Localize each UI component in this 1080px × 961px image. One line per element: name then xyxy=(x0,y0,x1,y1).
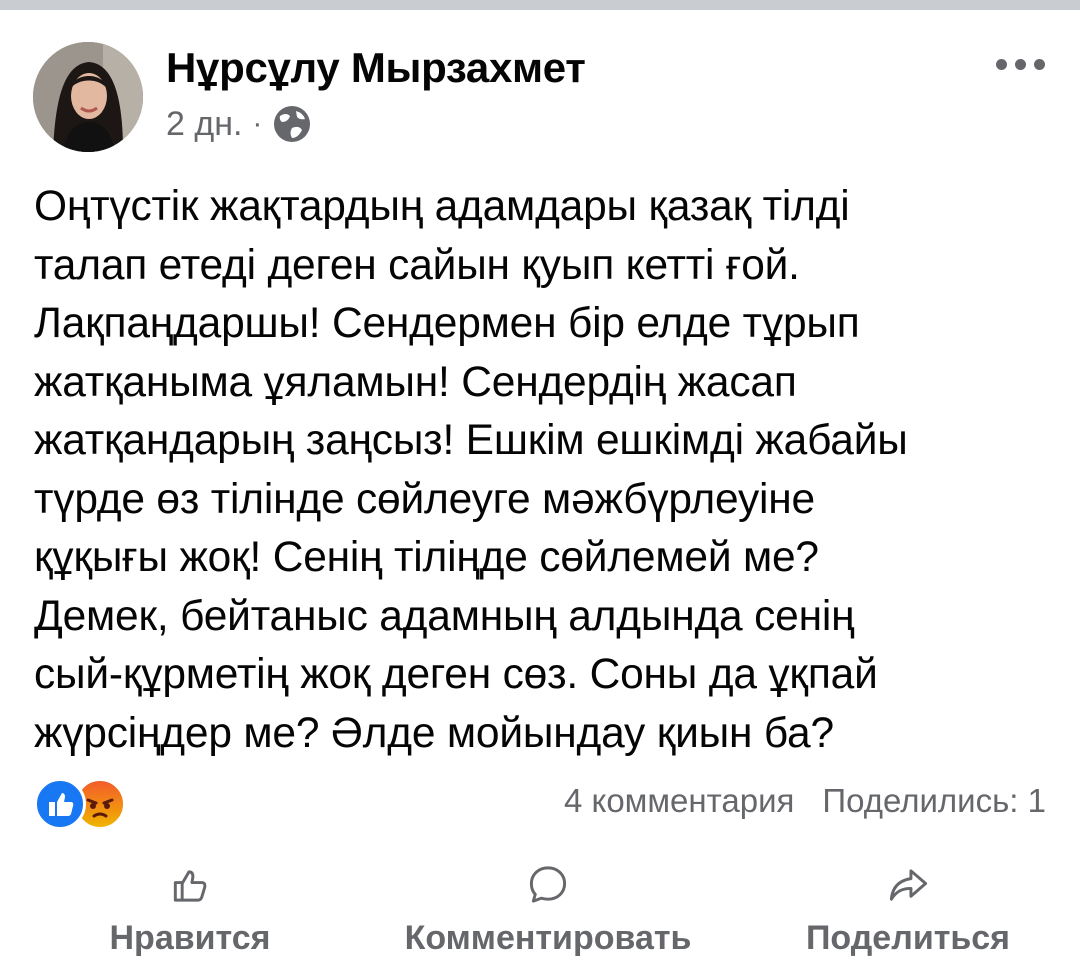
comment-icon xyxy=(529,866,567,903)
post-stats: 4 комментария Поделились: 1 xyxy=(564,782,1046,820)
post-text-line: құқығы жоқ! Сенің тіліңде сөйлемей ме? xyxy=(34,534,819,581)
post-meta: 2 дн. · xyxy=(166,104,312,144)
post-text-line: талап етеді деген сайын қуып кетті ғой. xyxy=(34,241,800,289)
post-text-line: Оңтүстік жақтардың адамдары қазақ тілді xyxy=(34,183,850,230)
thumbs-up-icon xyxy=(173,870,207,902)
comment-label: Комментировать xyxy=(404,919,692,957)
more-dot xyxy=(996,58,1007,70)
reaction-summary[interactable] xyxy=(34,778,134,830)
like-reaction-icon xyxy=(34,778,86,830)
post-text-line: түрде өз тілінде сөйлеуге мәжбүрлеуіне xyxy=(34,475,815,523)
more-dot xyxy=(1034,58,1045,70)
share-icon xyxy=(889,869,928,901)
shares-count[interactable]: Поделились: 1 xyxy=(822,782,1046,820)
comment-button[interactable]: Комментировать xyxy=(388,858,708,958)
like-button[interactable]: Нравится xyxy=(100,858,280,958)
globe-icon xyxy=(274,106,311,142)
like-label: Нравится xyxy=(109,919,271,957)
top-divider xyxy=(0,0,1080,10)
avatar-photo xyxy=(33,42,143,152)
action-bar: Нравится Комментировать Поделиться xyxy=(0,858,1080,958)
avatar[interactable] xyxy=(33,42,143,152)
more-dot xyxy=(1015,58,1026,70)
share-label: Поделиться xyxy=(805,919,1011,957)
comments-count[interactable]: 4 комментария xyxy=(564,782,794,820)
post-text-line: Лақпаңдаршы! Сендермен бір елде тұрып xyxy=(34,300,860,347)
share-button[interactable]: Поделиться xyxy=(796,858,1020,958)
post-text-line: Демек, бейтаныс адамның алдында сенің xyxy=(34,592,855,640)
post-text-line: жатқаныма ұяламын! Сендердің жасап xyxy=(34,358,797,406)
more-options-button[interactable] xyxy=(996,52,1056,76)
post-text: Оңтүстік жақтардың адамдары қазақ тілді … xyxy=(34,178,1054,763)
post-text-line: жатқандарың заңсыз! Ешкім ешкімді жабайы xyxy=(34,417,908,464)
author-name[interactable]: Нұрсұлу Мырзахмет xyxy=(166,44,586,92)
post-time[interactable]: 2 дн. xyxy=(166,105,242,144)
meta-separator: · xyxy=(252,107,263,140)
post-text-line: сый-құрметің жоқ деген сөз. Соны да ұқпа… xyxy=(34,651,878,698)
post-text-line: жүрсіңдер ме? Әлде мойындау қиын ба? xyxy=(34,709,834,757)
